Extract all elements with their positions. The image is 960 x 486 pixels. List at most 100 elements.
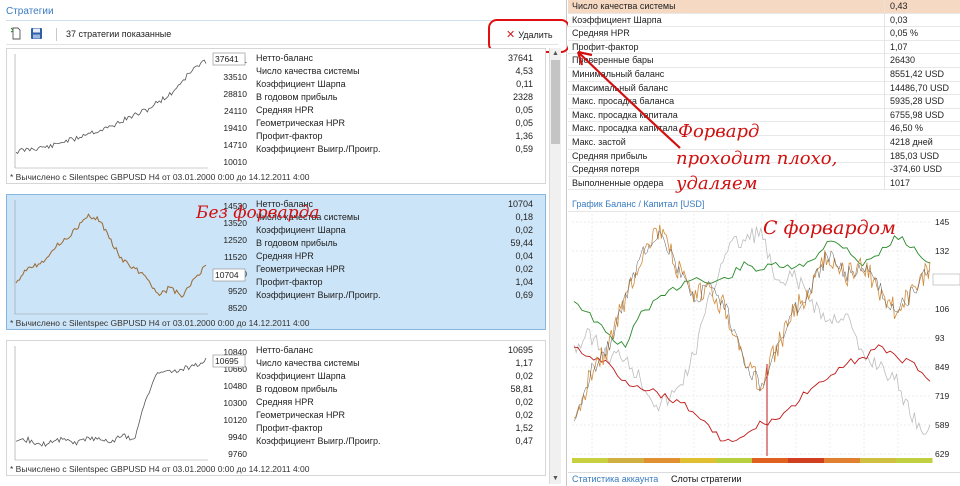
annotation-forward-bad-1: Форвард: [678, 121, 760, 142]
y-tick-label: 10010: [223, 157, 247, 167]
title-divider: [6, 20, 560, 21]
annotation-with-forward: С форвардом: [763, 217, 896, 239]
y-tick-label: 9520: [228, 286, 247, 296]
balance-line: [15, 213, 207, 298]
y-tick-label: 14710: [223, 140, 247, 150]
stat-label: Средняя HPR: [256, 251, 314, 261]
stat-values: 37641 4,53 0,11 2328 0,05 0,05 1,36 0,59: [387, 52, 533, 156]
stats-label: Макс. просадка капитала: [572, 109, 678, 120]
stat-value: 10695: [507, 345, 533, 355]
app-window: Стратегии 37 стратегии показанные ✕ Удали…: [0, 0, 960, 486]
list-scrollbar[interactable]: ▲ ▼: [549, 48, 561, 484]
stats-row: Макс. просадка капитала 46,50 %: [568, 122, 960, 136]
stats-value: 0,05 %: [890, 28, 919, 39]
y-tick-label: 24110: [224, 106, 247, 116]
y-tick-label: 10120: [223, 415, 247, 425]
annotation-no-forward: Без форварда: [196, 203, 320, 223]
column-divider: [884, 135, 885, 150]
current-value-label: 37641: [215, 54, 239, 64]
y-tick-label: 12520: [223, 235, 247, 245]
stat-value: 0,11: [516, 79, 533, 89]
annotation-forward-bad-2: проходит плохо,: [676, 148, 838, 169]
stat-label: Средняя HPR: [256, 105, 314, 115]
column-divider: [884, 54, 885, 68]
stat-values: 10695 1,17 0,02 58,81 0,02 0,02 1,52 0,47: [387, 344, 533, 448]
column-divider: [884, 13, 885, 28]
stat-label: Нетто-баланс: [256, 345, 314, 355]
stat-value: 1,04: [515, 277, 533, 287]
stats-value: 26430: [890, 55, 916, 66]
stat-value: 0,59: [515, 144, 533, 154]
tab-strategy-slots[interactable]: Слоты стратегии: [671, 474, 742, 484]
stat-value: 0,69: [515, 290, 533, 300]
y-tick-label: 33510: [223, 72, 247, 82]
strategy-card[interactable]: 10840 10660 10480 10300 10120 9940 9760 10695 Н…: [6, 340, 546, 476]
save-icon[interactable]: [30, 27, 43, 40]
card-footer: * Вычислено с Silentspec GBPUSD H4 от 03…: [10, 318, 310, 328]
stat-value: 0,02: [515, 264, 533, 274]
stats-value: 185,03 USD: [890, 150, 940, 161]
strip-segment: [644, 458, 681, 463]
card-footer: * Вычислено с Silentspec GBPUSD H4 от 03…: [10, 172, 310, 182]
stat-label: Профит-фактор: [256, 423, 323, 433]
stats-row: Макс. просадка капитала 6755,98 USD: [568, 108, 960, 123]
column-divider: [884, 27, 885, 41]
stat-value: 4,53: [515, 66, 533, 76]
strip-segment: [824, 458, 861, 463]
strategy-list: 37641 33510 28810 24110 19410 14710 10010 37641…: [6, 48, 546, 484]
tab-account-stats[interactable]: Статистика аккаунта: [572, 474, 658, 484]
stats-value: 4218 дней: [890, 136, 933, 147]
stats-label: Средняя HPR: [572, 28, 630, 39]
strip-segment: [860, 458, 897, 463]
stat-value: 0,02: [515, 397, 533, 407]
stat-labels: Нетто-баланс Число качества системы Коэффи…: [256, 344, 386, 448]
stat-value: 0,05: [515, 105, 533, 115]
stats-label: Минимальный баланс: [572, 68, 665, 79]
y-tick-label: 145: [935, 217, 949, 227]
y-tick-label: 106: [935, 304, 949, 314]
scroll-thumb[interactable]: [551, 60, 560, 144]
column-divider: [884, 122, 885, 136]
scroll-down-icon[interactable]: ▼: [550, 473, 561, 484]
stats-value: 0,43: [890, 1, 908, 11]
balance-line: [15, 59, 207, 154]
stats-value: 6755,98 USD: [890, 109, 945, 120]
panel-title: Стратегии: [6, 6, 54, 17]
stat-value: 1,52: [515, 423, 533, 433]
stat-values: 10704 0,18 0,02 59,44 0,04 0,02 1,04 0,69: [387, 198, 533, 302]
column-divider: [884, 108, 885, 123]
stat-label: Число качества системы: [256, 66, 360, 76]
strategies-panel: Стратегии 37 стратегии показанные ✕ Удали…: [0, 0, 570, 486]
balance-equity-chart: 145132118910693849719589629: [572, 214, 960, 463]
stats-label: Максимальный баланс: [572, 82, 668, 93]
stat-label: Средняя HPR: [256, 397, 314, 407]
strategy-card[interactable]: 37641 33510 28810 24110 19410 14710 10010 37641…: [6, 48, 546, 184]
balance-line: [15, 357, 207, 447]
column-divider: [884, 81, 885, 96]
current-value-label: 10695: [215, 356, 239, 366]
strip-segment: [572, 458, 609, 463]
stats-value: 1,07: [890, 41, 908, 52]
stat-value: 0,47: [515, 436, 533, 446]
scroll-up-icon[interactable]: ▲: [550, 48, 561, 59]
card-footer: * Вычислено с Silentspec GBPUSD H4 от 03…: [10, 464, 310, 474]
new-file-icon[interactable]: [10, 27, 23, 40]
y-tick-label: 719: [935, 391, 949, 401]
graph-title[interactable]: График Баланс / Капитал [USD]: [572, 199, 704, 209]
y-tick-label: 19410: [223, 123, 247, 133]
stat-label: Геометрическая HPR: [256, 410, 346, 420]
stats-label: Средняя потеря: [572, 164, 640, 175]
grey-series-line: [573, 226, 931, 435]
stats-value: 5935,28 USD: [890, 96, 945, 107]
strip-segment: [752, 458, 789, 463]
stats-label: Коэффициент Шарпа: [572, 14, 662, 25]
stat-label: Коэффициент Выигр./Проигр.: [256, 144, 381, 154]
stats-value: 0,03: [890, 14, 908, 25]
strip-segment: [788, 458, 825, 463]
strip-segment: [896, 458, 933, 463]
stat-label: В годовом прибыль: [256, 238, 338, 248]
y-tick-label: 9940: [228, 432, 247, 442]
stats-row: Максимальный баланс 14486,70 USD: [568, 81, 960, 96]
y-tick-label: 93: [935, 333, 945, 343]
stats-label: Число качества системы: [572, 1, 676, 11]
